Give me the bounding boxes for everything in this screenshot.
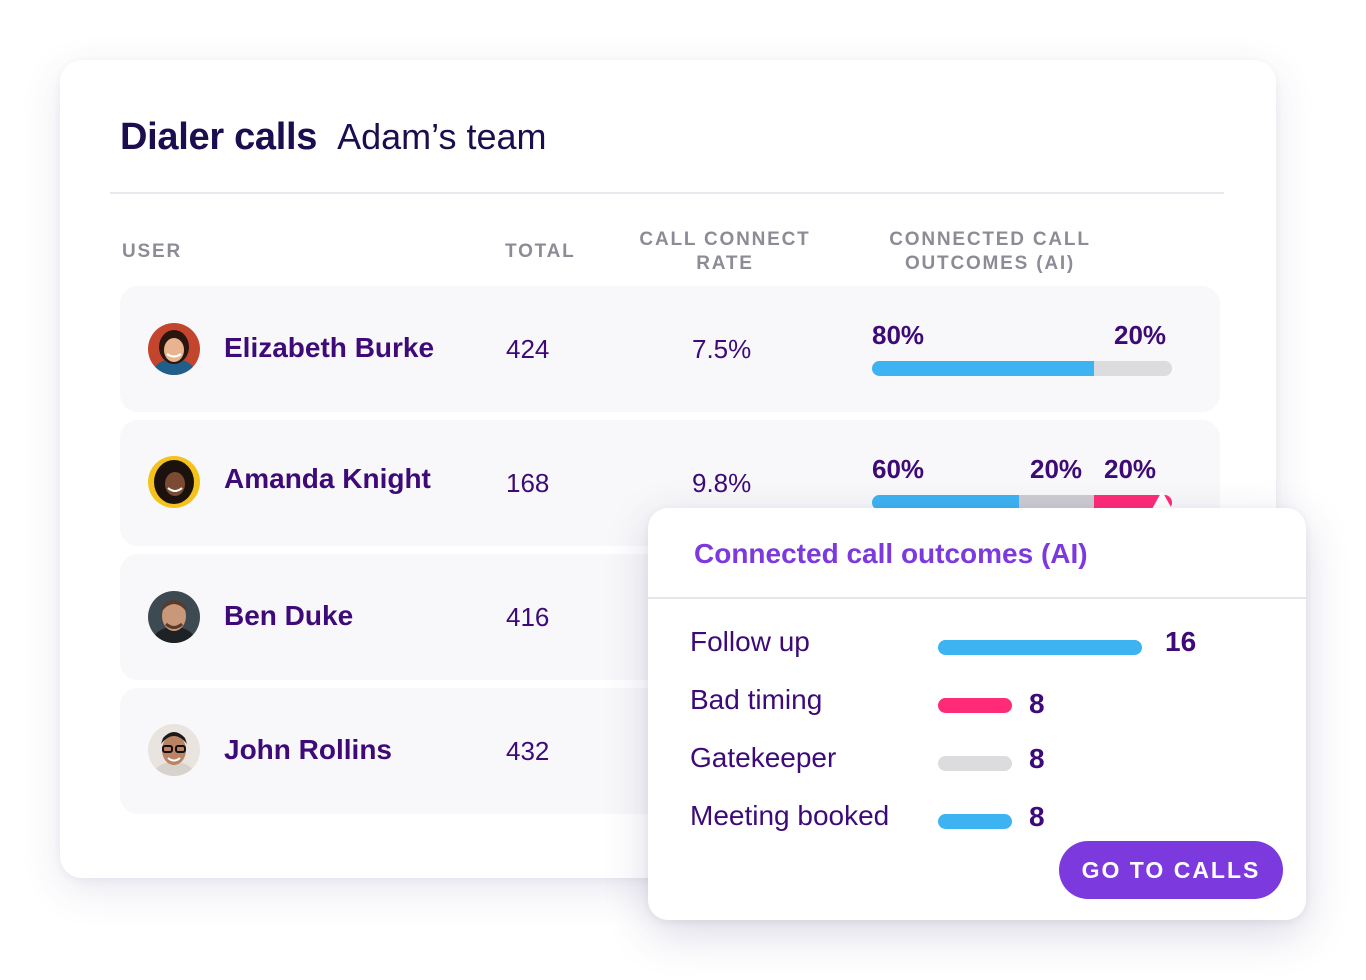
connect-rate: 9.8% <box>692 468 752 498</box>
avatar <box>148 591 200 643</box>
column-header-connect-rate-line2: RATE <box>696 253 754 274</box>
outcome-pct-follow-up: 80% <box>872 320 925 350</box>
popover-divider <box>648 597 1306 599</box>
page-title: Dialer calls <box>120 116 318 158</box>
outcome-label: Bad timing <box>690 684 823 715</box>
total-calls: 168 <box>506 468 550 498</box>
avatar <box>148 323 200 375</box>
table-row[interactable]: Elizabeth Burke 424 7.5% 80% 20% <box>120 286 1220 412</box>
column-header-total-label: TOTAL <box>505 241 576 262</box>
column-header-outcomes-line2: OUTCOMES (AI) <box>904 253 1076 274</box>
outcome-bar-meeting-booked <box>938 814 1012 829</box>
card-header: Dialer calls Adam’s team <box>120 116 547 159</box>
column-header-connect-rate-line1: CALL CONNECT <box>639 229 811 250</box>
column-header-total[interactable]: TOTAL <box>505 240 576 264</box>
outcome-label: Meeting booked <box>690 800 890 831</box>
user-name[interactable]: Ben Duke <box>224 600 353 632</box>
connect-rate: 7.5% <box>692 334 752 364</box>
total-calls: 432 <box>506 736 550 766</box>
dashboard-stage: Dialer calls Adam’s team USER TOTAL CALL… <box>0 0 1366 980</box>
avatar <box>148 456 200 508</box>
total-calls: 424 <box>506 334 550 364</box>
popup-caret <box>1152 491 1172 509</box>
outcome-label: Follow up <box>690 626 810 657</box>
outcomes-popover: Connected call outcomes (AI) Follow up 1… <box>648 508 1306 920</box>
column-header-user[interactable]: USER <box>122 240 182 264</box>
outcome-pct-other: 20% <box>1114 320 1167 350</box>
outcome-label: Gatekeeper <box>690 742 837 773</box>
column-header-outcomes[interactable]: CONNECTED CALL OUTCOMES (AI) <box>870 228 1110 276</box>
total-calls: 416 <box>506 602 550 632</box>
popover-title: Connected call outcomes (AI) <box>694 538 1088 569</box>
outcome-count: 16 <box>1165 626 1197 657</box>
go-to-calls-button[interactable]: GO TO CALLS <box>1059 841 1283 899</box>
column-header-outcomes-line1: CONNECTED CALL <box>889 229 1091 250</box>
outcome-count: 8 <box>1029 743 1045 774</box>
outcome-pct-bad-timing: 20% <box>1104 454 1157 484</box>
outcomes-bar[interactable] <box>872 361 1172 376</box>
outcome-bar-bad-timing <box>938 698 1012 713</box>
column-header-connect-rate[interactable]: CALL CONNECT RATE <box>620 228 830 276</box>
outcome-count: 8 <box>1029 801 1045 832</box>
outcome-pct-follow-up: 60% <box>872 454 925 484</box>
user-name[interactable]: Amanda Knight <box>224 463 431 495</box>
outcome-segment-follow-up <box>872 361 1094 376</box>
column-header-user-label: USER <box>122 241 182 262</box>
user-name[interactable]: Elizabeth Burke <box>224 332 434 364</box>
outcome-count: 8 <box>1029 688 1045 719</box>
outcome-bar-follow-up <box>938 640 1142 655</box>
outcome-pct-gatekeeper: 20% <box>1030 454 1083 484</box>
outcome-segment-gatekeeper <box>1094 361 1172 376</box>
avatar <box>148 724 200 776</box>
header-divider <box>110 192 1224 194</box>
user-name[interactable]: John Rollins <box>224 734 392 766</box>
team-name: Adam’s team <box>337 116 547 157</box>
outcome-bar-gatekeeper <box>938 756 1012 771</box>
